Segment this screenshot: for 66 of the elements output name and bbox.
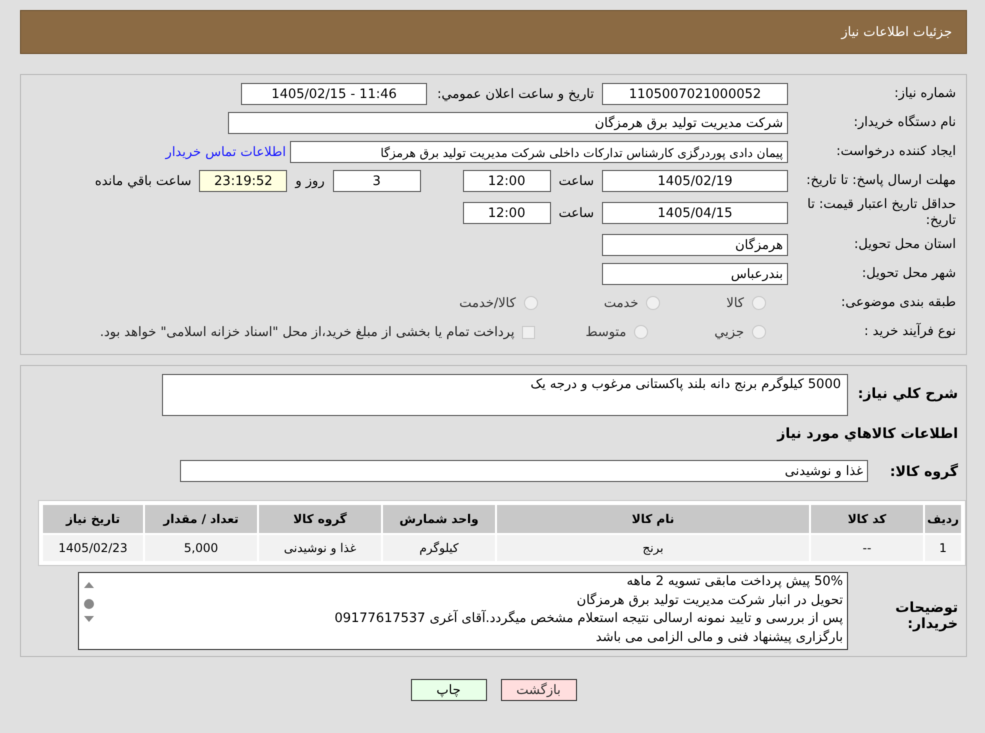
note-line: 50% پیش پرداخت مابقی تسویه 2 ماهه bbox=[626, 573, 843, 591]
table-cell: برنج bbox=[497, 535, 809, 561]
field-label: تاريخ و ساعت اعلان عمومي: bbox=[437, 86, 594, 102]
print-button[interactable]: چاپ bbox=[410, 679, 486, 701]
text-area: 5000 کیلوگرم برنج دانه بلند پاکستانی مرغوب و درجه یک bbox=[162, 374, 848, 416]
column-header: تعداد / مقدار bbox=[145, 505, 257, 533]
input-field: 1405/02/19 bbox=[602, 170, 788, 192]
field-label: حداقل تاریخ اعتبار قیمت: تا تاریخ: bbox=[806, 197, 957, 229]
field-label: ساعت bbox=[558, 174, 594, 188]
column-header: کد کالا bbox=[811, 505, 923, 533]
input-field: 3 bbox=[332, 170, 421, 192]
input-field: پیمان دادی پوردرگزی کارشناس تدارکات داخلی شرکت مدیریت تولید برق هرمزگا bbox=[290, 141, 788, 163]
column-header: واحد شمارش bbox=[383, 505, 495, 533]
note-line: تحویل در انبار شرکت مدیریت تولید برق هرمزگان bbox=[576, 592, 843, 610]
column-header: نام کالا bbox=[497, 505, 809, 533]
field-label: توضیحات خریدار: bbox=[894, 599, 959, 632]
table-cell: کیلوگرم bbox=[383, 535, 495, 561]
field-label: نوع فرآیند خرید : bbox=[863, 324, 957, 340]
radio-button[interactable] bbox=[634, 325, 648, 339]
input-field: 12:00 bbox=[462, 202, 551, 224]
radio-button[interactable] bbox=[646, 296, 660, 310]
input-field: شرکت مدیریت تولید برق هرمزگان bbox=[228, 112, 788, 134]
field-label: مهلت ارسال پاسخ: تا تاریخ: bbox=[805, 173, 957, 189]
countdown-field: 23:19:52 bbox=[199, 170, 288, 192]
input-field: هرمزگان bbox=[602, 234, 788, 256]
field-label: شرح کلي نياز: bbox=[856, 385, 959, 402]
checkbox-label: پرداخت تمام یا بخشی از مبلغ خرید،از محل "اسناد خزانه اسلامی" خواهد بود. bbox=[100, 324, 514, 340]
note-line: پس از بررسی و تایید نمونه ارسالی نتیجه استعلام مشخص میگردد.آقای آغری 09177617537 bbox=[333, 610, 843, 628]
input-field: 12:00 bbox=[462, 170, 551, 192]
table-cell: 1 bbox=[925, 535, 961, 561]
input-field: 1105007021000052 bbox=[602, 83, 788, 105]
radio-button[interactable] bbox=[752, 325, 766, 339]
column-header: گروه کالا bbox=[259, 505, 381, 533]
column-header: ردیف bbox=[925, 505, 961, 533]
page-title: جزئیات اطلاعات نیاز bbox=[841, 24, 952, 40]
radio-label: جزيي bbox=[714, 324, 744, 340]
section-heading: اطلاعات کالاهاي مورد نياز bbox=[776, 425, 959, 444]
field-label: شهر محل تحویل: bbox=[860, 266, 957, 282]
input-field: 1405/04/15 bbox=[602, 202, 788, 224]
radio-label: متوسط bbox=[585, 324, 626, 340]
checkbox[interactable] bbox=[522, 326, 536, 338]
field-label: ساعت bbox=[558, 206, 594, 220]
field-label: شماره نیاز: bbox=[893, 86, 957, 102]
note-line: بارگزاری پیشنهاد فنی و مالی الزامی می باشد bbox=[594, 628, 843, 646]
back-button[interactable]: بازگشت bbox=[500, 679, 576, 701]
field-label: ساعت باقي مانده bbox=[94, 174, 192, 188]
column-header: تاریخ نیاز bbox=[43, 505, 143, 533]
table-cell: 1405/02/23 bbox=[43, 535, 143, 561]
field-label: روز و bbox=[295, 174, 325, 188]
field-label: طبقه بندی موضوعی: bbox=[840, 295, 957, 311]
field-label: استان محل تحویل: bbox=[853, 237, 957, 253]
radio-label: کالا/خدمت bbox=[459, 296, 516, 310]
radio-button[interactable] bbox=[524, 296, 538, 310]
radio-label: خدمت bbox=[604, 296, 638, 310]
field-label: ایجاد کننده درخواست: bbox=[835, 144, 957, 160]
table-cell: غذا و نوشیدنی bbox=[259, 535, 381, 561]
table-cell: -- bbox=[811, 535, 923, 561]
radio-button[interactable] bbox=[752, 296, 766, 310]
input-field: 1405/02/15 - 11:46 bbox=[241, 83, 428, 105]
field-label: نام دستگاه خریدار: bbox=[852, 115, 957, 131]
contact-link[interactable]: اطلاعات تماس خریدار bbox=[166, 144, 286, 160]
input-field: غذا و نوشیدنی bbox=[180, 460, 868, 482]
input-field: بندرعباس bbox=[602, 263, 788, 285]
radio-label: کالا bbox=[726, 296, 744, 310]
field-label: گروه کالا: bbox=[888, 462, 959, 480]
table-cell: 5,000 bbox=[145, 535, 257, 561]
